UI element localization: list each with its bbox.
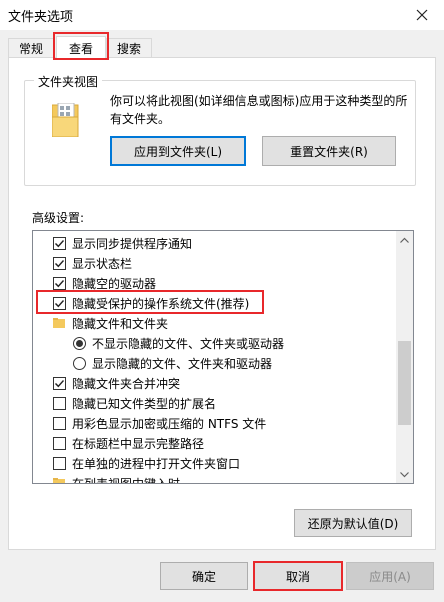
ok-label: 确定 [191, 569, 216, 584]
restore-defaults-label: 还原为默认值(D) [307, 516, 399, 531]
list-item-label: 在标题栏中显示完整路径 [72, 436, 205, 451]
checkbox-checked[interactable] [53, 236, 66, 250]
list-item[interactable]: 显示隐藏的文件、文件夹和驱动器 [73, 353, 272, 373]
list-item: 隐藏文件和文件夹 [53, 313, 168, 333]
tab-general[interactable]: 常规 [8, 38, 54, 58]
tab-view-label: 查看 [68, 41, 93, 56]
list-item[interactable]: 隐藏已知文件类型的扩展名 [53, 393, 216, 413]
checkbox-checked[interactable] [53, 296, 66, 310]
list-item-label: 显示同步提供程序通知 [72, 236, 193, 251]
checkbox-checked[interactable] [53, 256, 66, 270]
checkbox-checked[interactable] [53, 276, 66, 290]
apply-label: 应用(A) [369, 569, 411, 584]
checkbox-unchecked[interactable] [53, 416, 66, 430]
folder-views-title: 文件夹视图 [34, 73, 103, 90]
cancel-label: 取消 [285, 569, 310, 584]
ok-button[interactable]: 确定 [160, 562, 248, 590]
list-item[interactable]: 不显示隐藏的文件、文件夹或驱动器 [73, 333, 284, 353]
list-item-label: 隐藏文件和文件夹 [72, 316, 169, 331]
list-item[interactable]: 显示状态栏 [53, 253, 132, 273]
tab-search[interactable]: 搜索 [106, 38, 152, 58]
check-icon [55, 259, 65, 267]
radio-dot [76, 339, 83, 347]
list-item[interactable]: 隐藏文件夹合并冲突 [53, 373, 180, 393]
list-item-label: 用彩色显示加密或压缩的 NTFS 文件 [72, 416, 267, 431]
apply-to-folders-button[interactable]: 应用到文件夹(L) [110, 136, 246, 166]
tab-view[interactable]: 查看 [56, 36, 106, 59]
checkbox-unchecked[interactable] [53, 456, 66, 470]
list-item[interactable]: 隐藏空的驱动器 [53, 273, 156, 293]
list-item-label: 隐藏已知文件类型的扩展名 [72, 396, 217, 411]
radio-selected[interactable] [73, 336, 86, 350]
list-item[interactable]: 在标题栏中显示完整路径 [53, 433, 204, 453]
check-icon [55, 239, 65, 247]
folder-view-icon [52, 103, 79, 137]
list-item-label: 隐藏文件夹合并冲突 [72, 376, 181, 391]
folder-icon [53, 318, 65, 328]
chevron-up-icon [400, 237, 409, 243]
close-icon [416, 9, 428, 21]
list-item: 在列表视图中键入时 [53, 473, 181, 484]
scroll-thumb[interactable] [398, 341, 411, 425]
folder-icon [53, 478, 65, 483]
reset-folders-label: 重置文件夹(R) [290, 144, 368, 159]
check-icon [55, 299, 65, 307]
check-icon [55, 279, 65, 287]
list-item-label: 在单独的进程中打开文件夹窗口 [72, 456, 241, 471]
list-item[interactable]: 在单独的进程中打开文件夹窗口 [53, 453, 240, 473]
list-item[interactable]: 显示同步提供程序通知 [53, 233, 192, 253]
window-title: 文件夹选项 [8, 10, 74, 25]
check-icon [55, 379, 65, 387]
chevron-down-icon [400, 471, 409, 477]
scroll-down-button[interactable] [396, 466, 413, 483]
tab-bar: 常规 查看 搜索 [0, 30, 444, 59]
checkbox-unchecked[interactable] [53, 396, 66, 410]
list-item-label: 隐藏空的驱动器 [72, 276, 157, 291]
advanced-settings-list[interactable]: 显示同步提供程序通知 显示状态栏 隐藏空的驱动器 隐藏受保护的操作系统文件(推荐… [32, 230, 414, 484]
title-bar: 文件夹选项 [0, 0, 444, 30]
tab-general-label: 常规 [18, 42, 43, 56]
tab-search-label: 搜索 [116, 42, 141, 56]
apply-to-folders-label: 应用到文件夹(L) [133, 144, 223, 159]
checkbox-unchecked[interactable] [53, 436, 66, 450]
close-button[interactable] [400, 0, 444, 30]
cancel-button[interactable]: 取消 [254, 562, 342, 590]
list-item-label: 显示状态栏 [72, 256, 133, 271]
list-item-label: 显示隐藏的文件、文件夹和驱动器 [92, 356, 273, 371]
advanced-settings-label: 高级设置: [32, 211, 85, 225]
checkbox-checked[interactable] [53, 376, 66, 390]
scroll-up-button[interactable] [396, 231, 413, 248]
restore-defaults-button[interactable]: 还原为默认值(D) [294, 509, 412, 537]
list-item-label: 隐藏受保护的操作系统文件(推荐) [72, 296, 250, 311]
apply-button[interactable]: 应用(A) [346, 562, 434, 590]
list-item[interactable]: 隐藏受保护的操作系统文件(推荐) [53, 293, 249, 313]
list-item[interactable]: 用彩色显示加密或压缩的 NTFS 文件 [53, 413, 266, 433]
folder-views-description: 你可以将此视图(如详细信息或图标)应用于这种类型的所有文件夹。 [110, 94, 408, 126]
reset-folders-button[interactable]: 重置文件夹(R) [262, 136, 396, 166]
radio-unselected[interactable] [73, 356, 86, 370]
list-scrollbar[interactable] [396, 231, 413, 483]
list-item-label: 在列表视图中键入时 [72, 476, 181, 484]
list-item-label: 不显示隐藏的文件、文件夹或驱动器 [92, 336, 285, 351]
